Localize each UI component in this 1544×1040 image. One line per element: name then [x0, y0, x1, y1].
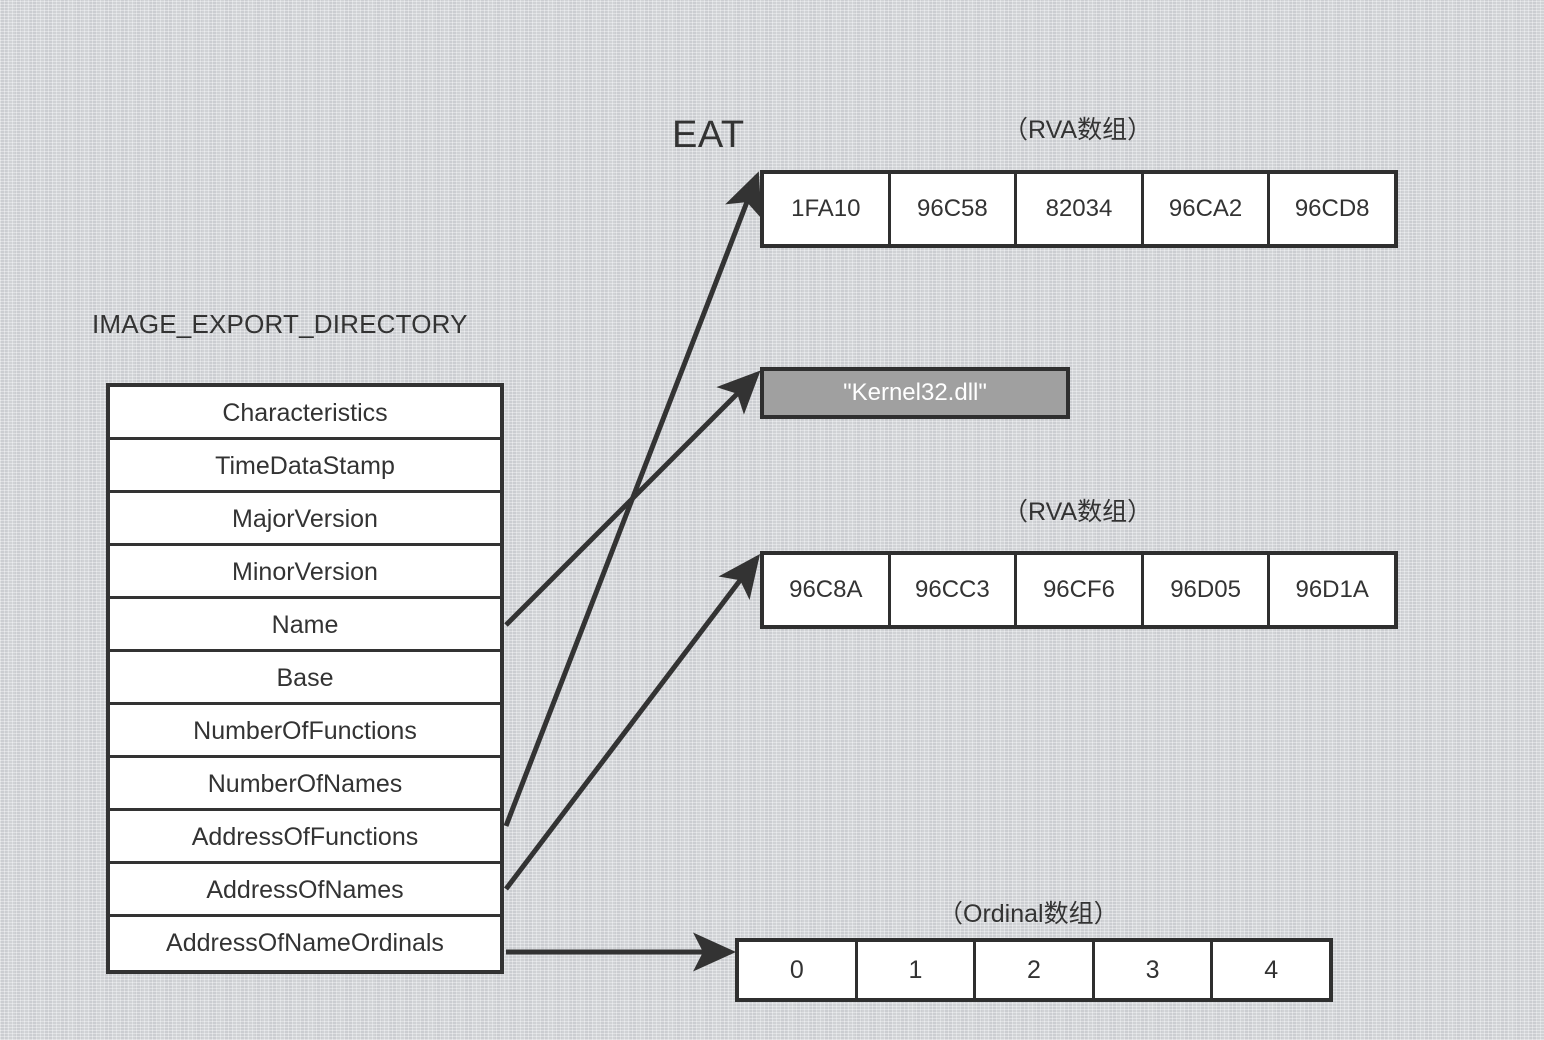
field-row-majorversion: MajorVersion	[110, 493, 500, 546]
field-row-characteristics: Characteristics	[110, 387, 500, 440]
field-row-name: Name	[110, 599, 500, 652]
names-rva-array: 96C8A 96CC3 96CF6 96D05 96D1A	[760, 551, 1398, 629]
dll-name-box: "Kernel32.dll"	[760, 367, 1070, 419]
array-cell: 2	[976, 942, 1095, 998]
functions-rva-array: 1FA10 96C58 82034 96CA2 96CD8	[760, 170, 1398, 248]
array-cell: 4	[1213, 942, 1329, 998]
array-cell: 96CF6	[1017, 555, 1144, 625]
array-cell: 96C8A	[764, 555, 891, 625]
array-cell: 96D1A	[1270, 555, 1394, 625]
array-cell: 96C58	[890, 174, 1018, 244]
field-row-numberoffunctions: NumberOfFunctions	[110, 705, 500, 758]
field-row-numberofnames: NumberOfNames	[110, 758, 500, 811]
field-row-addressofnameordinals: AddressOfNameOrdinals	[110, 917, 500, 970]
page-title: IMAGE_EXPORT_DIRECTORY	[92, 309, 468, 339]
caption-functions-array: （RVA数组）	[1003, 116, 1153, 144]
array-cell: 82034	[1017, 174, 1144, 244]
field-row-minorversion: MinorVersion	[110, 546, 500, 599]
array-cell: 96CA2	[1143, 174, 1271, 244]
field-row-addressofnames: AddressOfNames	[110, 864, 500, 917]
field-row-base: Base	[110, 652, 500, 705]
field-row-addressoffunctions: AddressOfFunctions	[110, 811, 500, 864]
array-cell: 96CD8	[1270, 174, 1394, 244]
image-export-directory-table: Characteristics TimeDataStamp MajorVersi…	[106, 383, 504, 974]
ordinals-array: 0 1 2 3 4	[735, 938, 1333, 1002]
caption-names-array: （RVA数组）	[1003, 498, 1153, 526]
array-cell: 0	[739, 942, 858, 998]
eat-label: EAT	[672, 114, 745, 156]
array-cell: 3	[1094, 942, 1214, 998]
diagram-content: EAT IMAGE_EXPORT_DIRECTORY Characteristi…	[0, 0, 1544, 1040]
field-row-timedatastamp: TimeDataStamp	[110, 440, 500, 493]
caption-ordinals-array: （Ordinal数组）	[938, 900, 1119, 928]
array-cell: 1FA10	[764, 174, 891, 244]
array-cell: 96D05	[1143, 555, 1271, 625]
array-cell: 96CC3	[890, 555, 1018, 625]
array-cell: 1	[857, 942, 977, 998]
